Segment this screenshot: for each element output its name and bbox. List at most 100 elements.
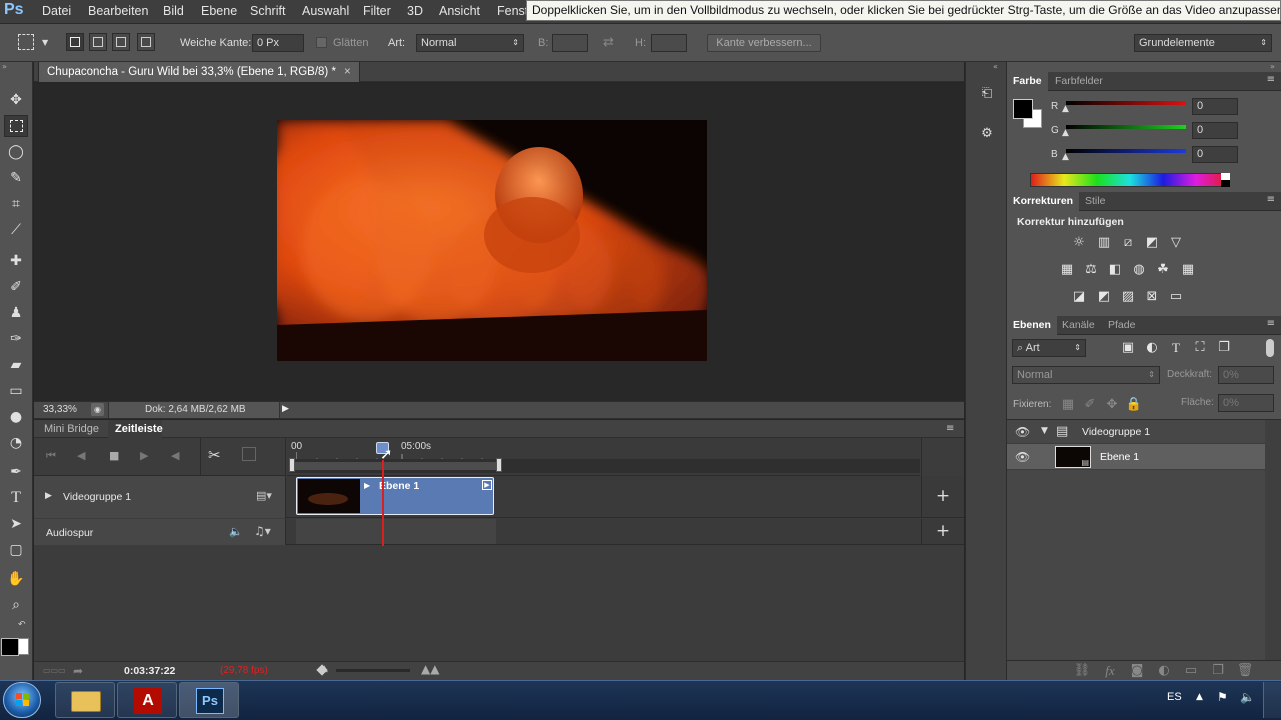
gradient-map-icon[interactable]: ▭: [1167, 289, 1185, 305]
dodge-tool-icon[interactable]: ◔: [4, 432, 28, 454]
hue-saturation-icon[interactable]: ▦: [1058, 262, 1076, 278]
color-spectrum-bar[interactable]: [1030, 173, 1230, 187]
history-panel-icon[interactable]: ⎗: [976, 86, 998, 106]
curves-icon[interactable]: ⧄: [1119, 235, 1137, 251]
add-selection-icon[interactable]: [89, 33, 107, 51]
move-tool-icon[interactable]: ✥: [4, 89, 28, 111]
subtract-selection-icon[interactable]: [112, 33, 130, 51]
lock-position-icon[interactable]: ✥: [1103, 397, 1121, 413]
photoshop-taskbar-button[interactable]: Ps: [179, 682, 239, 718]
tab-zeitleiste[interactable]: Zeitleiste: [108, 420, 163, 438]
start-button-icon[interactable]: [3, 682, 41, 718]
layers-scrollbar[interactable]: [1265, 420, 1281, 660]
convert-icon[interactable]: ➦: [73, 664, 83, 678]
collapse-icon[interactable]: »: [2, 62, 32, 71]
tab-farbe[interactable]: Farbe: [1007, 72, 1048, 91]
layer-row-ebene-1[interactable]: 👁 ▤ Ebene 1: [1007, 444, 1265, 470]
prev-frame-icon[interactable]: ◀: [77, 449, 85, 462]
hand-tool-icon[interactable]: ✋: [4, 568, 28, 590]
black-swatch[interactable]: [1221, 180, 1230, 187]
channel-b-slider[interactable]: [1066, 149, 1186, 153]
height-input[interactable]: [651, 34, 687, 52]
type-tool-icon[interactable]: T: [4, 487, 28, 509]
history-brush-icon[interactable]: ✑: [4, 328, 28, 350]
audio-toggle-icon[interactable]: ◀: [171, 449, 179, 462]
menu-bearbeiten[interactable]: Bearbeiten: [88, 4, 148, 18]
marquee-tool-icon[interactable]: [4, 115, 28, 137]
work-area-range[interactable]: [295, 462, 498, 470]
layer-filter-select[interactable]: ⌕ Art ⇕: [1012, 339, 1086, 357]
transition-icon[interactable]: [242, 447, 256, 461]
menu-3d[interactable]: 3D: [407, 4, 423, 18]
tab-stile[interactable]: Stile: [1079, 192, 1111, 211]
lasso-tool-icon[interactable]: ◯: [4, 141, 28, 163]
feather-input[interactable]: 0 Px: [252, 34, 304, 52]
zoom-slider-track[interactable]: [336, 669, 410, 672]
first-frame-icon[interactable]: ⏮: [46, 449, 56, 463]
levels-icon[interactable]: ▥: [1095, 235, 1113, 251]
lock-pixels-icon[interactable]: ✐: [1081, 397, 1099, 413]
threshold-icon[interactable]: ▨: [1119, 289, 1137, 305]
document-tab[interactable]: Chupaconcha - Guru Wild bei 33,3% (Ebene…: [38, 62, 360, 82]
path-selection-icon[interactable]: ➤: [4, 513, 28, 535]
menu-fenster[interactable]: Fenst: [497, 4, 528, 18]
channel-g-slider[interactable]: [1066, 125, 1186, 129]
channel-b-value[interactable]: 0: [1192, 146, 1238, 163]
add-media-icon[interactable]: +: [921, 476, 964, 518]
new-selection-icon[interactable]: [66, 33, 84, 51]
color-balance-icon[interactable]: ⚖: [1082, 262, 1100, 278]
posterize-icon[interactable]: ◩: [1095, 289, 1113, 305]
zoom-in-mountain-icon[interactable]: ▲▲: [421, 662, 439, 676]
collapse-panels-icon[interactable]: »: [1270, 62, 1275, 71]
menu-ansicht[interactable]: Ansicht: [439, 4, 480, 18]
show-desktop-button[interactable]: [1263, 682, 1281, 718]
video-frame-image[interactable]: [277, 120, 707, 361]
invert-icon[interactable]: ◪: [1070, 289, 1088, 305]
eye-icon[interactable]: 👁: [1015, 450, 1030, 464]
channel-mixer-icon[interactable]: ☘: [1154, 262, 1172, 278]
tab-korrekturen[interactable]: Korrekturen: [1007, 192, 1080, 211]
menu-filter[interactable]: Filter: [363, 4, 391, 18]
intersect-selection-icon[interactable]: [137, 33, 155, 51]
brightness-icon[interactable]: ☼: [1070, 235, 1088, 251]
white-swatch[interactable]: [1221, 173, 1230, 180]
tab-farbfelder[interactable]: Farbfelder: [1049, 72, 1109, 91]
status-menu-icon[interactable]: ◉: [91, 403, 104, 416]
channel-g-thumb[interactable]: ▲: [1062, 128, 1069, 138]
quick-selection-icon[interactable]: ✎: [4, 167, 28, 189]
selective-color-icon[interactable]: ⊠: [1143, 289, 1161, 305]
antialias-checkbox[interactable]: [316, 37, 327, 48]
clip-expand-icon[interactable]: ▶: [364, 481, 370, 490]
filter-toggle[interactable]: [1266, 339, 1274, 357]
filter-adjustment-icon[interactable]: ◐: [1143, 340, 1161, 356]
marquee-tool-preset-icon[interactable]: [18, 34, 34, 50]
chevron-down-icon[interactable]: ▼: [42, 38, 48, 47]
panel-menu-icon[interactable]: ≡: [1267, 74, 1275, 85]
healing-brush-icon[interactable]: ✚: [4, 250, 28, 272]
vibrance-icon[interactable]: ▽: [1167, 235, 1185, 251]
speaker-icon[interactable]: 🔈: [229, 525, 243, 538]
work-area-start-handle[interactable]: [289, 458, 295, 472]
menu-schrift[interactable]: Schrift: [250, 4, 285, 18]
pen-tool-icon[interactable]: ✒: [4, 461, 28, 483]
blend-mode-select[interactable]: Normal ⇕: [1012, 366, 1160, 384]
rectangle-tool-icon[interactable]: ▢: [4, 539, 28, 561]
channel-r-value[interactable]: 0: [1192, 98, 1238, 115]
crop-tool-icon[interactable]: ⌗: [4, 193, 28, 215]
close-icon[interactable]: ×: [344, 62, 351, 82]
channel-r-slider[interactable]: [1066, 101, 1186, 105]
swap-colors-icon[interactable]: ↶: [18, 620, 26, 630]
zoom-tool-icon[interactable]: ⌕: [4, 594, 28, 616]
gradient-tool-icon[interactable]: ▭: [4, 380, 28, 402]
current-time[interactable]: 0:03:37:22: [124, 665, 175, 677]
add-mask-icon[interactable]: ◙: [1128, 663, 1146, 679]
clip-options-icon[interactable]: ▶: [482, 480, 492, 490]
lock-transparency-icon[interactable]: ▦: [1059, 397, 1077, 413]
channel-b-thumb[interactable]: ▲: [1062, 152, 1069, 162]
brush-tool-icon[interactable]: ✐: [4, 276, 28, 298]
channel-r-thumb[interactable]: ▲: [1062, 104, 1069, 114]
opacity-input[interactable]: 0%: [1218, 366, 1274, 384]
menu-datei[interactable]: Datei: [42, 4, 71, 18]
filter-shape-icon[interactable]: ⛶: [1191, 340, 1209, 356]
foreground-color-swatch[interactable]: [1013, 99, 1033, 119]
